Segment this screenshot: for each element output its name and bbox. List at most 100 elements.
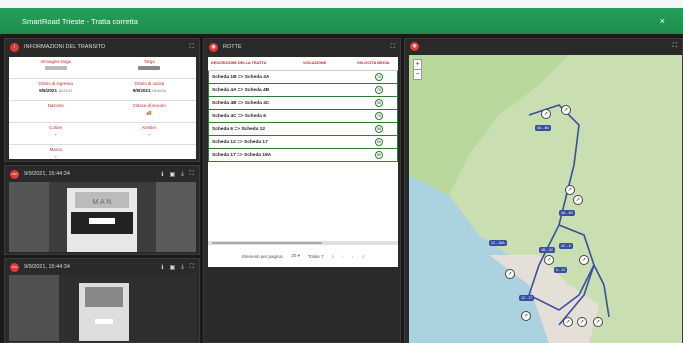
routes-panel: ◉ ROTTE ⛶ DESCRIZIONE DELLA TRATTA VIOLA… — [203, 38, 401, 343]
fullscreen-icon[interactable]: ⛶ — [190, 44, 194, 51]
camera-marker-icon[interactable]: ➚ — [579, 255, 589, 265]
fullscreen-icon[interactable]: ⛶ — [190, 264, 194, 271]
fullscreen-icon[interactable]: ⛶ — [190, 171, 194, 178]
table-row[interactable]: Scheda 4A => Scheda 4B 70 — [208, 84, 398, 97]
speed-badge: 72 — [375, 73, 383, 81]
speed-badge: 50 — [375, 125, 383, 133]
fullscreen-icon[interactable]: ⛶ — [391, 44, 395, 51]
download-icon[interactable]: ⤓ — [181, 264, 184, 271]
field-kemler: Kemler - — [102, 123, 196, 145]
modal-body: i INFORMAZIONI DEL TRANSITO ⛶ Immagine t… — [0, 34, 683, 343]
route-map[interactable]: + − ➚ ➚ 4A - 4B ➚ ➚ 4A - 4B 12 - 18A 4B … — [409, 55, 682, 343]
field-plate: Targa — [102, 57, 196, 79]
route-tag[interactable]: 4A - 4B — [535, 125, 551, 131]
field-color: Colore - — [9, 123, 103, 145]
zoom-control: + − — [413, 59, 422, 80]
field-entry-time: Orario di ingresso 9/9/2021 15:22:07 — [9, 79, 103, 101]
field-nation: Nazione — [9, 101, 103, 123]
page: SmartRoad Trieste - Tratta corretta × i … — [0, 0, 683, 343]
camera-header: USC 9/9/2021, 15:44:34 ℹ ▣ ⤓ ⛶ — [5, 166, 199, 182]
route-tag[interactable]: 12 - 18A — [489, 240, 507, 246]
routes-title: ROTTE — [223, 44, 242, 50]
camera-marker-icon[interactable]: ➚ — [565, 185, 575, 195]
camera-marker-icon[interactable]: ➚ — [541, 109, 551, 119]
table-empty-area — [208, 162, 398, 241]
camera-image: M A N — [9, 182, 196, 252]
transit-info-panel: i INFORMAZIONI DEL TRANSITO ⛶ Immagine t… — [4, 38, 200, 167]
fullscreen-icon[interactable]: ⛶ — [673, 43, 677, 50]
route-tag[interactable]: 4A - 4B — [559, 210, 575, 216]
table-row[interactable]: Scheda 4B => Scheda 4C 50 — [208, 97, 398, 110]
scrollbar-thumb[interactable] — [212, 242, 322, 244]
camera-badge-icon: ING — [10, 262, 19, 272]
route-tag[interactable]: 6 - 12 — [554, 267, 568, 273]
total-label: Totale 7 — [307, 253, 324, 259]
transit-info-card: Immagine targa Targa Orario di ingresso … — [9, 57, 196, 167]
speed-badge: 70 — [375, 112, 383, 120]
table-row[interactable]: Scheda 17 => Scheda 18A 50 — [208, 149, 398, 162]
info-badge-icon: i — [10, 42, 19, 52]
routes-header: ◉ ROTTE ⛶ — [204, 39, 400, 55]
routes-table: DESCRIZIONE DELLA TRATTA VIOLAZIONE VELO… — [208, 57, 398, 267]
per-page-select[interactable]: 20 ▾ — [291, 253, 300, 259]
download-icon[interactable]: ⤓ — [181, 171, 184, 178]
table-row[interactable]: Scheda 4C => Scheda 6 70 — [208, 110, 398, 123]
camera-panel-entry: ING 9/9/2021, 15:44:34 ℹ ▣ ⤓ ⛶ — [4, 258, 200, 343]
table-row[interactable]: Scheda 6 => Scheda 12 50 — [208, 123, 398, 136]
transit-info-header: i INFORMAZIONI DEL TRANSITO ⛶ — [5, 39, 199, 55]
paginator: Elementi per pagina: 20 ▾ Totale 7 |‹ ‹ … — [208, 245, 398, 267]
routes-badge-icon: ◉ — [209, 42, 218, 52]
modal-title: SmartRoad Trieste - Tratta corretta — [22, 16, 138, 26]
speed-badge: 50 — [375, 138, 383, 146]
camera-marker-icon[interactable]: ➚ — [544, 255, 554, 265]
plate-icon — [138, 66, 161, 70]
field-vehicle-class: Classe di veicolo 🚚 — [102, 101, 196, 123]
last-page-icon[interactable]: ›| — [361, 254, 364, 259]
camera-time: 9/9/2021, 15:44:34 — [24, 171, 70, 177]
speed-badge: 70 — [375, 86, 383, 94]
table-row[interactable]: Scheda 12 => Scheda 17 50 — [208, 136, 398, 149]
routes-table-header: DESCRIZIONE DELLA TRATTA VIOLAZIONE VELO… — [208, 57, 398, 71]
route-tag[interactable]: 12 - 17 — [519, 295, 535, 301]
route-tag[interactable]: 4C - 6 — [559, 243, 573, 249]
camera-marker-icon[interactable]: ➚ — [593, 317, 603, 327]
zoom-in-button[interactable]: + — [414, 60, 421, 69]
horizontal-scrollbar[interactable] — [208, 241, 398, 245]
table-row[interactable]: Scheda 1B => Scheda 4A 72 — [208, 71, 398, 84]
info-icon[interactable]: ℹ — [161, 264, 163, 271]
camera-time: 9/9/2021, 15:44:34 — [24, 264, 70, 270]
speed-badge: 50 — [375, 151, 383, 159]
camera-marker-icon[interactable]: ➚ — [573, 195, 583, 205]
camera-marker-icon[interactable]: ➚ — [561, 105, 571, 115]
map-badge-icon: ◉ — [410, 41, 419, 51]
modal-header: SmartRoad Trieste - Tratta corretta × — [0, 8, 683, 34]
plate-image-icon — [44, 66, 67, 70]
next-page-icon[interactable]: › — [352, 254, 354, 259]
image-icon[interactable]: ▣ — [169, 171, 175, 178]
camera-header: ING 9/9/2021, 15:44:34 ℹ ▣ ⤓ ⛶ — [5, 259, 199, 275]
camera-marker-icon[interactable]: ➚ — [577, 317, 587, 327]
route-tag[interactable]: 4B - 4C — [539, 247, 556, 253]
camera-panel-exit: USC 9/9/2021, 15:44:34 ℹ ▣ ⤓ ⛶ M A N — [4, 165, 200, 255]
first-page-icon[interactable]: |‹ — [332, 254, 335, 259]
camera-image — [9, 275, 196, 341]
field-plate-image: Immagine targa — [9, 57, 103, 79]
truck-icon: 🚚 — [146, 110, 153, 115]
svg-text:M A N: M A N — [93, 199, 112, 206]
field-brand: Marca - — [9, 145, 103, 167]
field-exit-time: Orario di uscita 9/9/2021 15:44:34 — [102, 79, 196, 101]
speed-badge: 50 — [375, 99, 383, 107]
per-page-label: Elementi per pagina: — [242, 253, 284, 259]
camera-marker-icon[interactable]: ➚ — [505, 269, 515, 279]
info-icon[interactable]: ℹ — [161, 171, 163, 178]
close-icon[interactable]: × — [652, 16, 673, 26]
zoom-out-button[interactable]: − — [414, 69, 421, 79]
image-icon[interactable]: ▣ — [169, 264, 175, 271]
map-panel: ◉ ⛶ + − ➚ ➚ 4A - 4B ➚ ➚ 4A - 4B 12 - 18A… — [404, 38, 683, 343]
camera-badge-icon: USC — [10, 169, 19, 179]
prev-page-icon[interactable]: ‹ — [342, 254, 344, 259]
transit-info-title: INFORMAZIONI DEL TRANSITO — [24, 44, 106, 50]
camera-marker-icon[interactable]: ➚ — [521, 311, 531, 321]
map-header: ◉ ⛶ — [405, 39, 682, 53]
camera-marker-icon[interactable]: ➚ — [563, 317, 573, 327]
